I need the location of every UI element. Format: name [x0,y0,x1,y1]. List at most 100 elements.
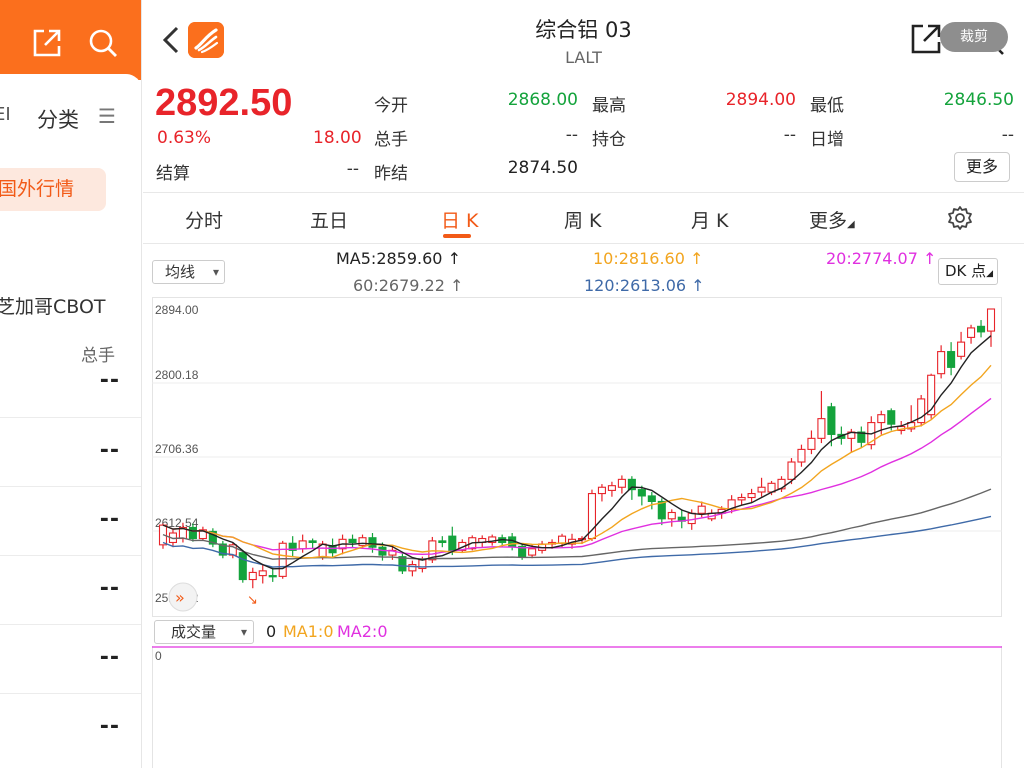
candle-body [687,512,696,525]
tab-category[interactable]: 分类 [37,104,79,134]
tab-weekly-k[interactable]: 周 K [564,206,602,233]
tab-daily-k[interactable]: 日 K [441,206,479,233]
candle-body [827,406,836,435]
candle-body [757,486,766,493]
open-value: 2868.00 [507,90,578,110]
tab-five-day[interactable]: 五日 [310,206,348,233]
dk-point-button[interactable]: DK 点◢ [938,258,998,285]
list-item[interactable]: -- [0,555,141,624]
main-panel: 综合铝 03 LALT 裁剪 2892.50 0.63% 18.00 结算 --… [143,0,1024,768]
candle-body [607,485,616,491]
candle-body [937,351,946,375]
candle-body [188,526,197,540]
share-icon[interactable] [30,26,64,60]
list-item[interactable]: -- [0,486,141,555]
tab-monthly-k[interactable]: 月 K [691,206,729,233]
ma20-label: 20:2774.07 ↑ [826,249,937,268]
top-bar: 综合铝 03 LALT 裁剪 [143,0,1024,78]
left-header [0,0,141,104]
candle-body [408,564,417,572]
open-label: 今开 [374,96,408,116]
candle-body [877,414,886,424]
candle-body [787,461,796,480]
candle-body [737,496,746,501]
ma60-label: 60:2679.22 ↑ [353,276,464,295]
candle-body [597,486,606,495]
candle-body [976,325,986,333]
candle-body [348,538,357,544]
candle-body [528,548,537,556]
candle-body [637,489,646,497]
left-panel: EI 分类 ☰ 国外行情 芝加哥CBOT 总手 -- -- -- -- -- -… [0,0,142,768]
list-item-value: -- [99,645,120,670]
gear-icon[interactable] [947,205,973,231]
ma5-line [162,335,992,570]
candle-body [278,542,287,577]
tab-partial[interactable]: EI [0,104,11,125]
page-subtitle: LALT [565,48,602,67]
candle-body [258,570,267,577]
period-tabs: 分时 五日 日 K 周 K 月 K 更多◢ [143,194,1024,244]
y-tick-label: 2800.18 [155,368,199,382]
ma10-label: 10:2816.60 ↑ [593,249,704,268]
double-chevron-icon: » [175,588,185,607]
candle-body [667,511,676,520]
indicator-legend: 均线 MA5:2859.60 ↑ 10:2816.60 ↑ 20:2774.07… [143,244,1024,298]
settle-label: 结算 [156,164,190,184]
last-price: 2892.50 [155,82,293,124]
active-tab-indicator [443,234,471,238]
list-item[interactable]: -- [0,624,141,693]
tab-intraday[interactable]: 分时 [185,206,223,233]
menu-icon[interactable]: ☰ [98,104,116,128]
tab-more[interactable]: 更多◢ [809,206,855,233]
open-interest-value: -- [783,125,796,145]
y-tick-label: 2706.36 [155,442,199,456]
indicator-selector[interactable]: 均线 [152,260,225,284]
volume-indicator-selector[interactable]: 成交量 [154,620,254,644]
candle-body [697,505,706,514]
volume-legend: 成交量 0 MA1:0 MA2:0 [152,618,1002,648]
candle-body [747,493,756,499]
low-value: 2846.50 [943,90,1014,110]
list-item[interactable]: -- [0,417,141,486]
list-item-value: -- [99,368,120,393]
market-name: 芝加哥CBOT [0,296,106,318]
volume-chart[interactable]: 0 [152,646,1002,768]
candle-body [647,495,656,503]
dropdown-corner-icon: ◢ [986,269,994,279]
ma120-label: 120:2613.06 ↑ [584,276,705,295]
list-item[interactable]: -- [0,348,141,417]
candle-body [967,327,976,338]
candle-body [368,537,377,548]
page-title: 综合铝 03 [535,18,632,42]
crop-button[interactable]: 裁剪 [940,22,1008,52]
more-button[interactable]: 更多 [954,152,1010,182]
candle-body [947,351,956,368]
high-value: 2894.00 [725,90,796,110]
dk-point-label: DK 点 [945,262,987,280]
left-tab-row: EI 分类 ☰ [0,100,141,134]
prev-settle-value: 2874.50 [507,158,578,178]
volume-ma2: MA2:0 [337,622,388,641]
candle-body [438,540,447,544]
daily-increase-value: -- [1001,125,1014,145]
settle-value: -- [346,159,359,179]
candle-body [308,540,317,544]
candle-body [358,537,367,547]
candle-body [887,410,896,425]
candle-body [238,552,247,581]
share-icon[interactable] [909,22,943,56]
candle-body [957,341,966,357]
candle-body [298,540,307,550]
search-icon[interactable] [86,26,120,60]
kline-chart[interactable]: 2894.002800.182706.362612.542518.72»↘ [152,297,1002,617]
volume-value: 0 [266,622,277,641]
list-item-value: -- [99,438,120,463]
list-item-value: -- [99,576,120,601]
prev-settle-label: 昨结 [374,164,408,184]
list-item[interactable]: -- [0,693,141,762]
daily-increase-label: 日增 [810,130,844,150]
list-item-value: -- [99,507,120,532]
candle-body [248,571,257,581]
category-pill-foreign[interactable]: 国外行情 [0,168,106,211]
